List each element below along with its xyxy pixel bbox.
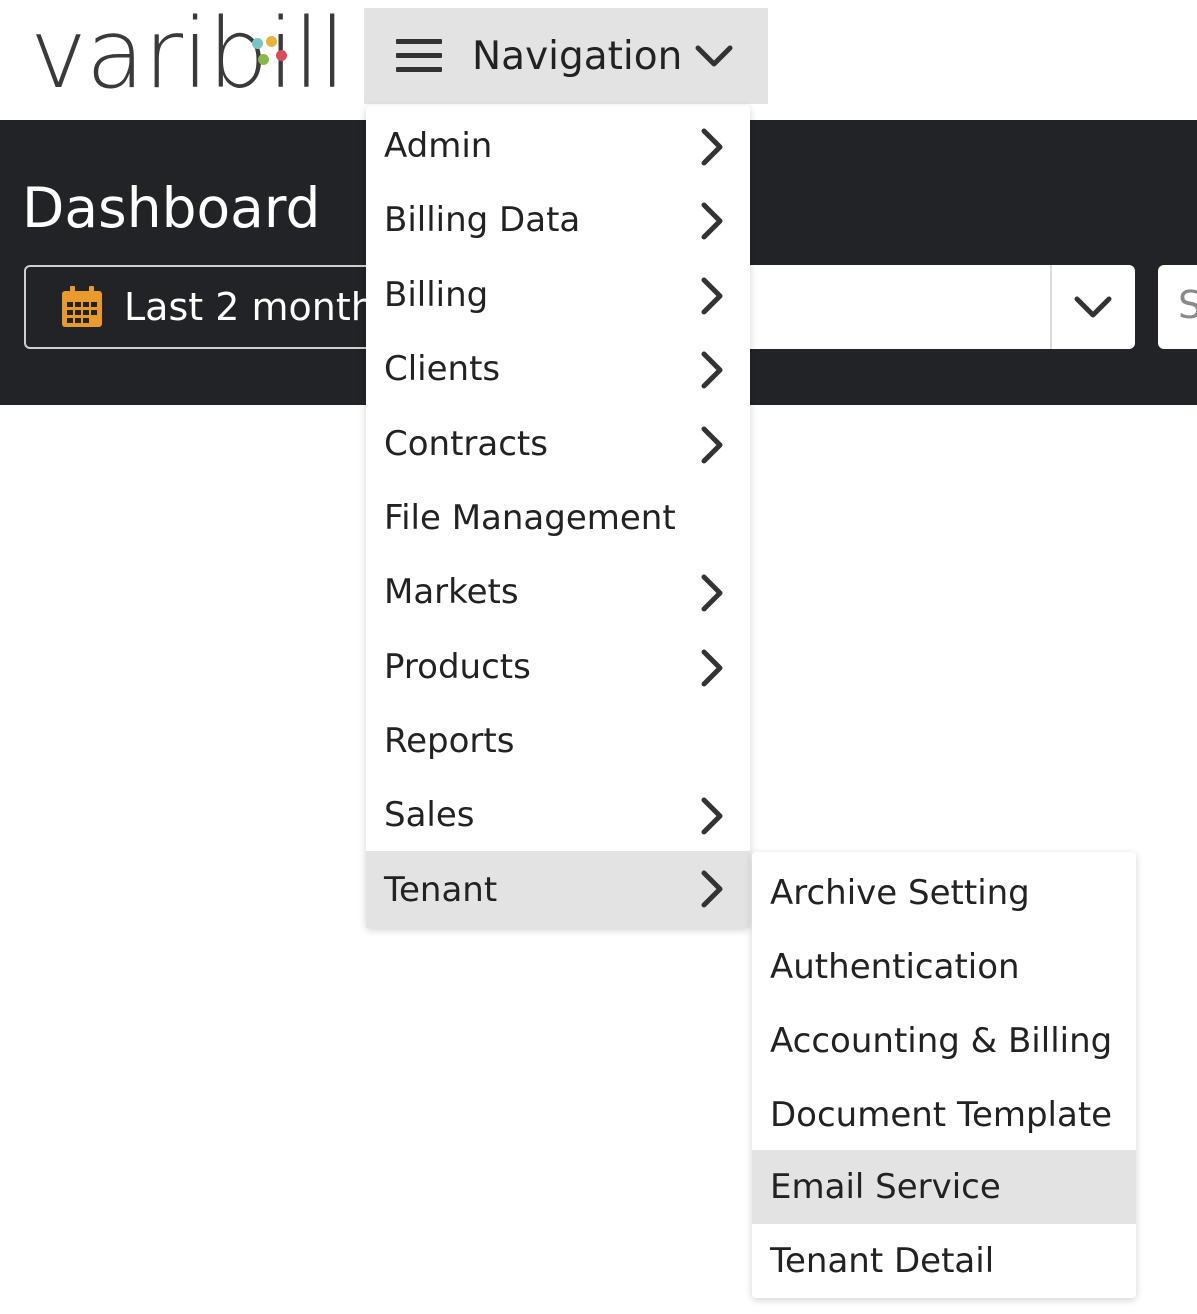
menu-item-admin[interactable]: Admin bbox=[366, 109, 750, 183]
menu-item-label: Clients bbox=[384, 349, 501, 389]
logo-dot bbox=[276, 50, 287, 61]
menu-item-file-management[interactable]: File Management bbox=[366, 481, 750, 555]
submenu-item-label: Document Template bbox=[770, 1095, 1113, 1135]
chevron-right-icon bbox=[701, 202, 723, 240]
submenu-item-email-service[interactable]: Email Service bbox=[752, 1150, 1136, 1224]
date-range-picker[interactable]: Last 2 months bbox=[24, 265, 424, 349]
submenu-item-label: Authentication bbox=[770, 947, 1020, 987]
logo-dot bbox=[252, 38, 263, 49]
menu-item-markets[interactable]: Markets bbox=[366, 555, 750, 629]
menu-item-label: Billing bbox=[384, 275, 489, 315]
chevron-right-icon bbox=[701, 128, 723, 166]
chevron-down-icon bbox=[695, 45, 733, 67]
navigation-label: Navigation bbox=[472, 33, 683, 79]
logo-dot bbox=[266, 36, 277, 47]
calendar-icon bbox=[62, 286, 102, 327]
menu-item-label: Sales bbox=[384, 795, 475, 835]
logo-dot bbox=[258, 54, 269, 65]
submenu-item-document-template[interactable]: Document Template bbox=[752, 1078, 1136, 1152]
chevron-right-icon bbox=[701, 649, 723, 687]
chevron-down-icon bbox=[1074, 296, 1112, 318]
menu-item-label: Tenant bbox=[384, 869, 498, 910]
tenant-submenu: Archive Setting Authentication Accountin… bbox=[752, 852, 1136, 1298]
menu-item-contracts[interactable]: Contracts bbox=[366, 407, 750, 481]
menu-item-label: Markets bbox=[384, 572, 519, 612]
submenu-item-label: Accounting & Billing bbox=[770, 1021, 1113, 1061]
submenu-item-accounting-billing[interactable]: Accounting & Billing bbox=[752, 1004, 1136, 1078]
chevron-right-icon bbox=[701, 351, 723, 389]
page-title: Dashboard bbox=[22, 176, 321, 240]
filter-select[interactable] bbox=[740, 265, 1135, 349]
menu-item-label: Products bbox=[384, 647, 531, 687]
menu-item-products[interactable]: Products bbox=[366, 630, 750, 704]
chevron-right-icon bbox=[701, 797, 723, 835]
logo-dots-icon bbox=[252, 36, 292, 76]
navigation-toggle-button[interactable]: Navigation bbox=[364, 8, 768, 104]
chevron-right-icon bbox=[701, 277, 723, 315]
menu-item-tenant[interactable]: Tenant bbox=[366, 851, 750, 928]
submenu-item-authentication[interactable]: Authentication bbox=[752, 930, 1136, 1004]
menu-item-label: Contracts bbox=[384, 424, 548, 464]
menu-item-label: File Management bbox=[384, 498, 676, 538]
logo-wordmark: varibill bbox=[30, 0, 346, 110]
varibill-logo[interactable]: varibill bbox=[30, 0, 346, 110]
select-divider bbox=[1050, 265, 1052, 349]
submenu-item-archive-setting[interactable]: Archive Setting bbox=[752, 856, 1136, 930]
submenu-item-label: Email Service bbox=[770, 1167, 1001, 1207]
menu-item-sales[interactable]: Sales bbox=[366, 778, 750, 852]
chevron-right-icon bbox=[701, 426, 723, 464]
hamburger-icon bbox=[396, 39, 442, 73]
menu-item-clients[interactable]: Clients bbox=[366, 332, 750, 406]
submenu-item-label: Tenant Detail bbox=[770, 1241, 995, 1281]
submenu-item-tenant-detail[interactable]: Tenant Detail bbox=[752, 1224, 1136, 1298]
menu-item-label: Billing Data bbox=[384, 200, 581, 240]
menu-item-label: Admin bbox=[384, 126, 493, 166]
submenu-item-label: Archive Setting bbox=[770, 873, 1030, 913]
menu-item-label: Reports bbox=[384, 721, 515, 761]
menu-item-reports[interactable]: Reports bbox=[366, 704, 750, 778]
menu-item-billing-data[interactable]: Billing Data bbox=[366, 183, 750, 257]
chevron-right-icon bbox=[701, 870, 723, 908]
date-range-label: Last 2 months bbox=[124, 285, 395, 329]
navigation-menu: Admin Billing Data Billing Clients Contr… bbox=[366, 106, 750, 928]
menu-item-billing[interactable]: Billing bbox=[366, 258, 750, 332]
search-input[interactable]: S bbox=[1158, 265, 1197, 349]
chevron-right-icon bbox=[701, 574, 723, 612]
search-placeholder: S bbox=[1178, 283, 1197, 327]
